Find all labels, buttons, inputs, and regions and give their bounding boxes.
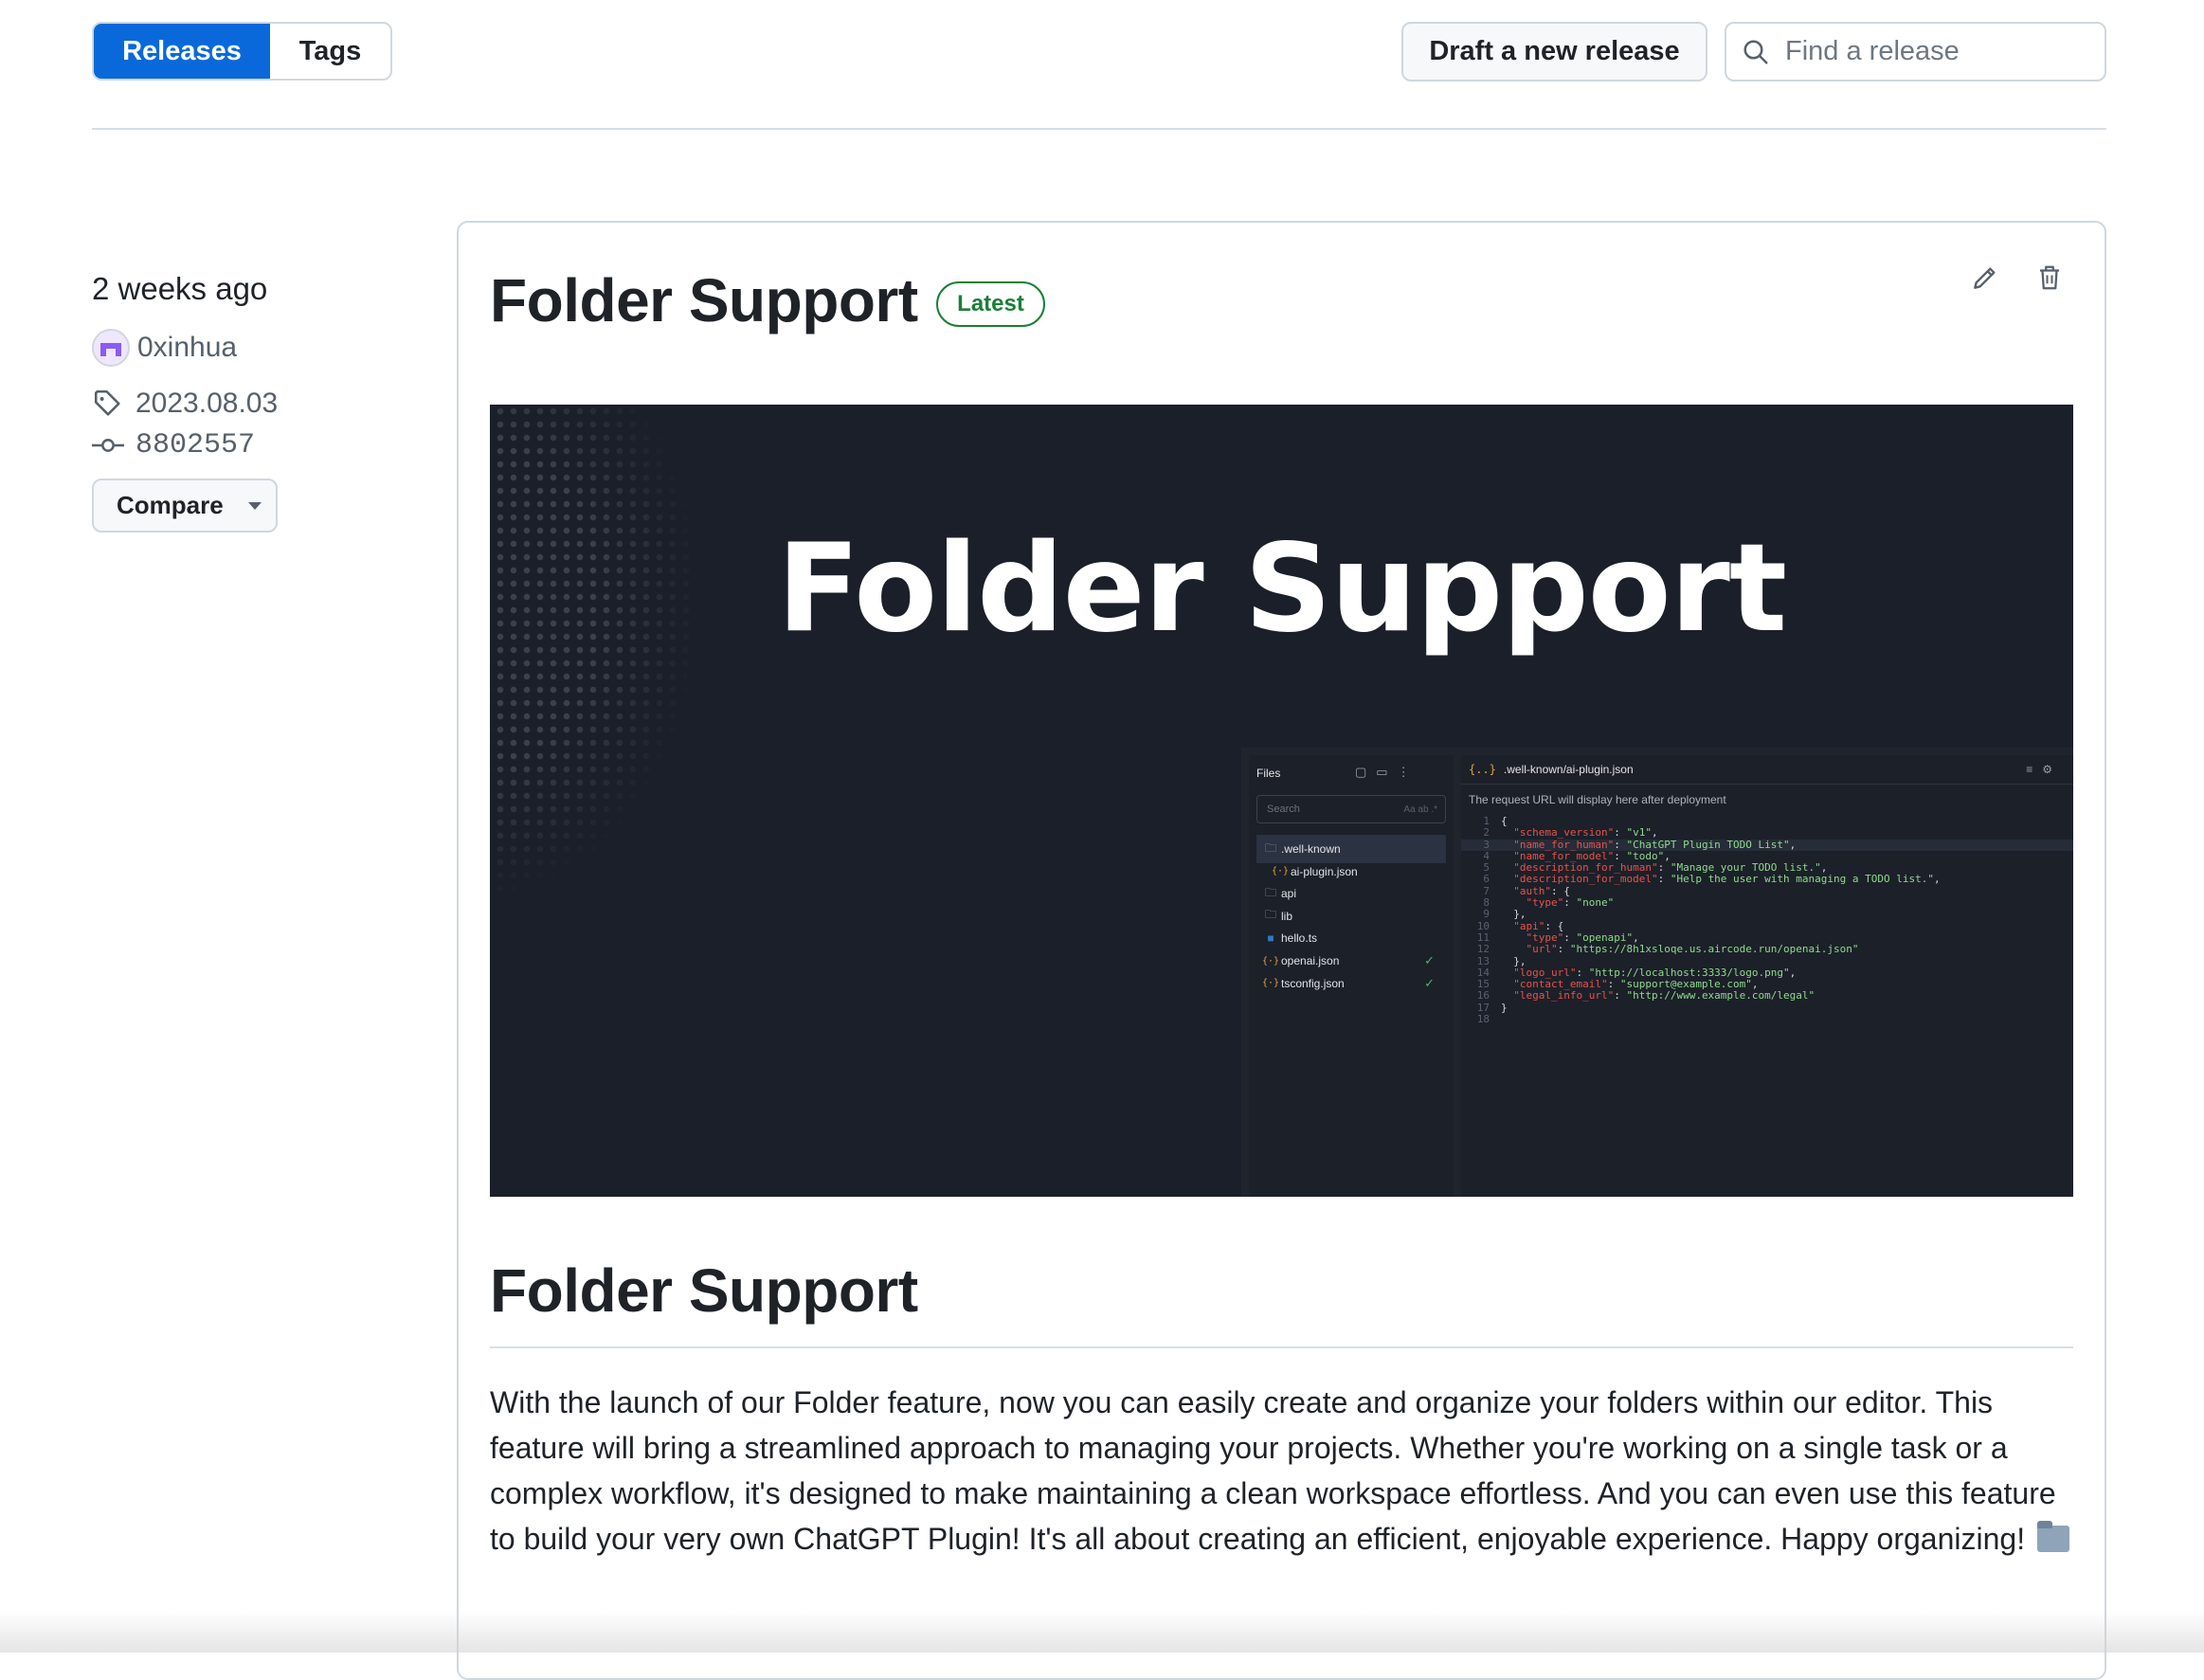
file-name: .well-known xyxy=(1281,842,1341,856)
file-name: tsconfig.json xyxy=(1281,976,1345,990)
search-input[interactable] xyxy=(1783,35,2090,68)
line-number: 18 xyxy=(1476,1013,1490,1026)
search-options: Aa ab .* xyxy=(1403,804,1437,815)
edit-button[interactable] xyxy=(1966,259,2004,297)
heading-divider xyxy=(490,1346,2073,1348)
line-number: 2 xyxy=(1483,826,1490,840)
line-number: 9 xyxy=(1483,908,1490,921)
release-notes-text: With the launch of our Folder feature, n… xyxy=(490,1385,2056,1556)
editor-tab: {..} .well-known/ai-plugin.json ≡⚙ xyxy=(1461,755,2073,785)
file-tree-item: {·} tsconfig.json ✓ xyxy=(1256,969,1446,998)
releases-tags-switch: Releases Tags xyxy=(92,22,392,81)
code-line: 16 "legal_info_url": "http://www.example… xyxy=(1461,989,2073,1003)
line-number: 7 xyxy=(1483,884,1490,897)
line-number: 1 xyxy=(1483,815,1490,827)
check-icon: ✓ xyxy=(1424,975,1435,990)
code-line: 8 "type": "none" xyxy=(1461,896,2073,910)
body-heading: Folder Support xyxy=(490,1256,918,1325)
find-release-search xyxy=(1725,22,2106,81)
folder-icon: 🗀 xyxy=(1264,840,1276,855)
code-text: "description_for_model": "Help the user … xyxy=(1501,873,1941,886)
files-header: Files xyxy=(1256,767,1281,780)
code-lines: 1{2 "schema_version": "v1", 3 "name_for_h… xyxy=(1461,815,2073,1026)
tab-tags[interactable]: Tags xyxy=(270,24,390,79)
line-number: 4 xyxy=(1483,849,1490,862)
json-file-icon: {·} xyxy=(1261,955,1280,966)
url-note: The request URL will display here after … xyxy=(1469,793,1726,806)
compare-button[interactable]: Compare xyxy=(92,479,278,533)
editor-screenshot: Files ▢▭⋮ Search Aa ab .* 🗀 .well-known {·… xyxy=(1241,748,2073,1197)
ts-file-icon: ■ xyxy=(1267,931,1274,946)
avatar[interactable] xyxy=(92,329,130,367)
code-text: "url": "https://8h1xsloqe.us.aircode.run… xyxy=(1501,943,1859,956)
files-panel: Files ▢▭⋮ Search Aa ab .* 🗀 .well-known {·… xyxy=(1249,755,1454,1197)
divider xyxy=(92,128,2106,130)
json-file-icon: {·} xyxy=(1271,866,1290,877)
editor-tab-label: .well-known/ai-plugin.json xyxy=(1503,763,1634,776)
settings-icon: ≡⚙ xyxy=(2026,763,2062,776)
tab-releases[interactable]: Releases xyxy=(94,24,270,79)
folder-icon: 🗀 xyxy=(1264,885,1276,899)
release-title[interactable]: Folder Support xyxy=(490,265,918,335)
pencil-icon xyxy=(1974,267,1996,289)
line-number: 5 xyxy=(1483,861,1490,875)
line-number: 16 xyxy=(1476,989,1490,1003)
search-icon xyxy=(1743,40,1768,63)
file-actions-icon: ▢▭⋮ xyxy=(1355,765,1419,779)
code-line: 9 }, xyxy=(1461,908,2073,921)
latest-badge: Latest xyxy=(936,281,1045,327)
code-line: 17} xyxy=(1461,1001,2073,1014)
json-file-icon: {·} xyxy=(1261,978,1280,989)
line-number: 3 xyxy=(1483,838,1490,851)
line-number: 12 xyxy=(1476,943,1490,956)
release-notes: With the launch of our Folder feature, n… xyxy=(490,1380,2077,1562)
delete-button[interactable] xyxy=(2031,259,2069,297)
caret-down-icon xyxy=(247,501,262,510)
file-name: hello.ts xyxy=(1281,931,1318,946)
code-panel: {..} .well-known/ai-plugin.json ≡⚙ The r… xyxy=(1461,755,2073,1197)
file-name: lib xyxy=(1281,909,1293,923)
author-link[interactable]: 0xinhua xyxy=(137,332,237,364)
line-number: 13 xyxy=(1476,954,1490,967)
commit-row: 8802557 xyxy=(92,429,255,461)
check-icon: ✓ xyxy=(1424,953,1435,967)
release-banner-image: Folder Support Files ▢▭⋮ Search Aa ab .*… xyxy=(490,405,2073,1197)
code-text: "legal_info_url": "http://www.example.co… xyxy=(1501,989,1816,1003)
file-name: api xyxy=(1281,887,1297,901)
author-row: 0xinhua xyxy=(92,329,237,367)
line-number: 6 xyxy=(1483,873,1490,886)
folder-icon: 🗀 xyxy=(1264,908,1276,922)
folder-icon xyxy=(2036,1521,2069,1552)
file-name: ai-plugin.json xyxy=(1291,864,1358,878)
commit-icon xyxy=(92,439,124,452)
compare-label: Compare xyxy=(117,491,224,519)
file-name: openai.json xyxy=(1281,954,1340,967)
tag-icon xyxy=(94,389,120,416)
tag-row: 2023.08.03 xyxy=(92,388,278,420)
bottom-fade xyxy=(0,1611,2204,1653)
commit-link[interactable]: 8802557 xyxy=(135,429,255,461)
json-file-icon: {..} xyxy=(1469,763,1496,776)
banner-title: Folder Support xyxy=(777,518,1787,659)
code-line: 18 xyxy=(1461,1013,2073,1026)
tag-link[interactable]: 2023.08.03 xyxy=(135,388,278,420)
release-time: 2 weeks ago xyxy=(92,271,268,306)
files-search: Search Aa ab .* xyxy=(1256,795,1446,823)
draft-new-release-button[interactable]: Draft a new release xyxy=(1401,22,1707,81)
code-text: } xyxy=(1501,1001,1508,1014)
files-search-placeholder: Search xyxy=(1267,804,1300,815)
code-line: 12 "url": "https://8h1xsloqe.us.aircode.… xyxy=(1461,943,2073,956)
trash-icon xyxy=(2040,265,2059,290)
line-number: 8 xyxy=(1483,896,1490,910)
code-line: 6 "description_for_model": "Help the use… xyxy=(1461,873,2073,886)
